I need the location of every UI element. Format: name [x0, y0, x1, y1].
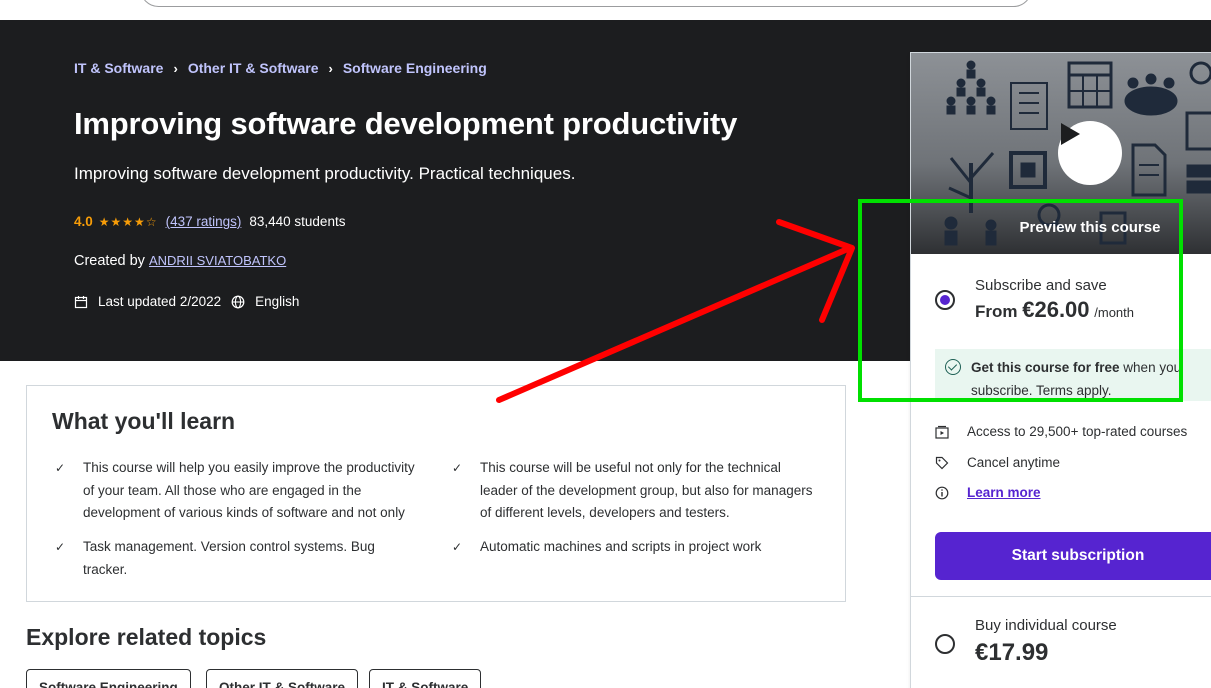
purchase-sidebar: Preview this course Subscribe and save F… — [910, 52, 1211, 688]
free-notice-bold: Get this course for free — [971, 360, 1120, 375]
learn-item: ✓ Task management. Version control syste… — [55, 536, 383, 581]
play-square-icon — [935, 425, 949, 439]
chevron-right-icon: › — [173, 60, 178, 76]
check-icon: ✓ — [452, 540, 463, 554]
tag-icon — [935, 456, 949, 470]
topic-other-it-software[interactable]: Other IT & Software — [206, 669, 359, 688]
learn-item: ✓ This course will help you easily impro… — [55, 457, 423, 525]
created-by: Created by ANDRII SVIATOBATKO — [74, 253, 286, 269]
students-count: 83,440 students — [249, 214, 346, 229]
check-circle-icon — [945, 359, 961, 375]
subscribe-price-row: From €26.00 /month — [975, 297, 1134, 323]
learn-item: ✓ This course will be useful not only fo… — [452, 457, 820, 525]
learn-item-text: This course will be useful not only for … — [480, 460, 813, 520]
learn-more-link[interactable]: Learn more — [967, 485, 1041, 500]
what-youll-learn: What you'll learn ✓ This course will hel… — [26, 385, 846, 602]
topic-software-engineering[interactable]: Software Engineering — [26, 669, 191, 688]
topic-it-software[interactable]: IT & Software — [369, 669, 482, 688]
check-icon: ✓ — [452, 461, 463, 475]
created-by-label: Created by — [74, 253, 145, 269]
subscribe-from: From — [975, 302, 1018, 321]
learn-item-text: Task management. Version control systems… — [83, 539, 375, 577]
preview-label: Preview this course — [1019, 219, 1161, 236]
breadcrumb-other-it-software[interactable]: Other IT & Software — [188, 60, 319, 76]
chevron-right-icon: › — [328, 60, 333, 76]
rating-row: 4.0 ★★★★☆ (437 ratings) 83,440 students — [74, 214, 345, 229]
buy-individual-radio[interactable] — [935, 634, 955, 654]
breadcrumb-software-engineering[interactable]: Software Engineering — [343, 60, 487, 76]
breadcrumb-it-software[interactable]: IT & Software — [74, 60, 163, 76]
feature-cancel: Cancel anytime — [967, 455, 1061, 470]
divider — [911, 596, 1211, 597]
play-icon — [1061, 123, 1080, 145]
search-bar[interactable] — [140, 0, 1032, 7]
explore-title: Explore related topics — [26, 624, 267, 650]
course-title: Improving software development productiv… — [74, 106, 738, 141]
learn-item: ✓ Automatic machines and scripts in proj… — [452, 536, 820, 559]
subscribe-price: €26.00 — [1022, 297, 1090, 322]
subscribe-label: Subscribe and save — [975, 277, 1107, 294]
rating-value: 4.0 — [74, 214, 93, 229]
free-course-notice: Get this course for free when you subscr… — [935, 349, 1211, 401]
info-icon — [935, 486, 949, 500]
play-button[interactable] — [1058, 121, 1122, 185]
course-preview[interactable]: Preview this course — [911, 53, 1211, 254]
subscribe-unit: /month — [1094, 305, 1135, 320]
course-meta: Last updated 2/2022 English — [74, 294, 299, 309]
start-subscription-button[interactable]: Start subscription — [935, 532, 1211, 580]
feature-access: Access to 29,500+ top-rated courses — [967, 424, 1188, 439]
author-link[interactable]: ANDRII SVIATOBATKO — [149, 253, 286, 268]
course-subtitle: Improving software development productiv… — [74, 164, 576, 183]
breadcrumb: IT & Software › Other IT & Software › So… — [74, 60, 487, 76]
calendar-icon — [74, 295, 88, 308]
check-icon: ✓ — [55, 461, 66, 475]
learn-title: What you'll learn — [52, 408, 236, 434]
learn-item-text: Automatic machines and scripts in projec… — [480, 539, 762, 554]
people-icon — [946, 60, 996, 115]
check-icon: ✓ — [55, 540, 66, 554]
buy-individual-price: €17.99 — [975, 639, 1049, 666]
buy-individual-label: Buy individual course — [975, 617, 1117, 634]
ratings-link[interactable]: (437 ratings) — [166, 214, 242, 229]
top-bar — [0, 0, 1211, 20]
star-rating-icon: ★★★★☆ — [98, 214, 158, 229]
learn-item-text: This course will help you easily improve… — [83, 460, 415, 520]
course-language: English — [255, 294, 300, 309]
last-updated: Last updated 2/2022 — [98, 294, 222, 309]
globe-icon — [231, 295, 245, 308]
subscribe-radio[interactable] — [935, 290, 955, 310]
